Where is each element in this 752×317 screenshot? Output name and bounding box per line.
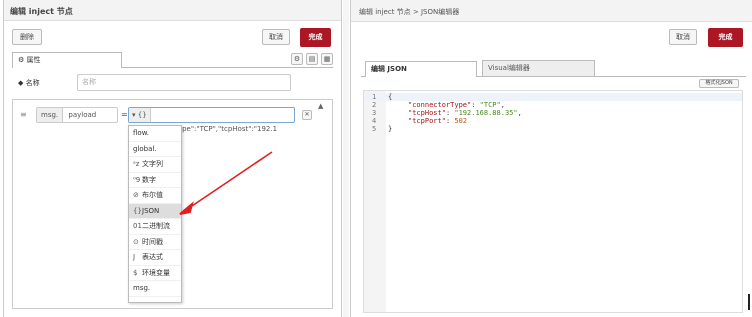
code-text: "tcpPort": 502 [408, 117, 468, 125]
code-text: "tcpHost": "192.168.88.35", [408, 109, 522, 117]
code-line: 1{ [364, 93, 742, 101]
json-code-editor[interactable]: 1{2 "connectorType": "TCP", 3 "tcpHost": "1… [363, 90, 743, 313]
line-number: 1 [372, 93, 377, 101]
json-editor-header: 编辑 inject 节点 > JSON编辑器 [351, 0, 752, 22]
format-json-button[interactable]: 格式化JSON [699, 79, 739, 88]
line-number: 4 [372, 117, 377, 125]
code-text: } [388, 125, 393, 133]
line-number: 2 [372, 101, 377, 109]
code-line: 4 "tcpPort": 502 [364, 117, 742, 125]
code-line: 5} [364, 125, 742, 133]
tab-edit-json[interactable]: 编辑 JSON [365, 61, 477, 77]
tab-visual-editor[interactable]: Visual编辑器 [482, 60, 595, 76]
json-done-button[interactable]: 完成 [708, 28, 743, 47]
code-line: 3 "tcpHost": "192.168.88.35", [364, 109, 742, 117]
line-number: 5 [372, 125, 377, 133]
code-lines: 1{2 "connectorType": "TCP", 3 "tcpHost": "1… [364, 93, 742, 133]
code-text: { [388, 93, 393, 101]
json-cancel-button[interactable]: 取消 [669, 29, 697, 45]
line-number: 3 [372, 109, 377, 117]
code-line: 2 "connectorType": "TCP", [364, 101, 742, 109]
code-text: "connectorType": "TCP", [408, 101, 505, 109]
json-editor-panel: 编辑 inject 节点 > JSON编辑器 取消 完成 编辑 JSON Vis… [350, 0, 752, 317]
panel-gap [343, 0, 349, 317]
text-cursor [748, 294, 750, 310]
json-editor-title: 编辑 inject 节点 > JSON编辑器 [359, 8, 460, 16]
